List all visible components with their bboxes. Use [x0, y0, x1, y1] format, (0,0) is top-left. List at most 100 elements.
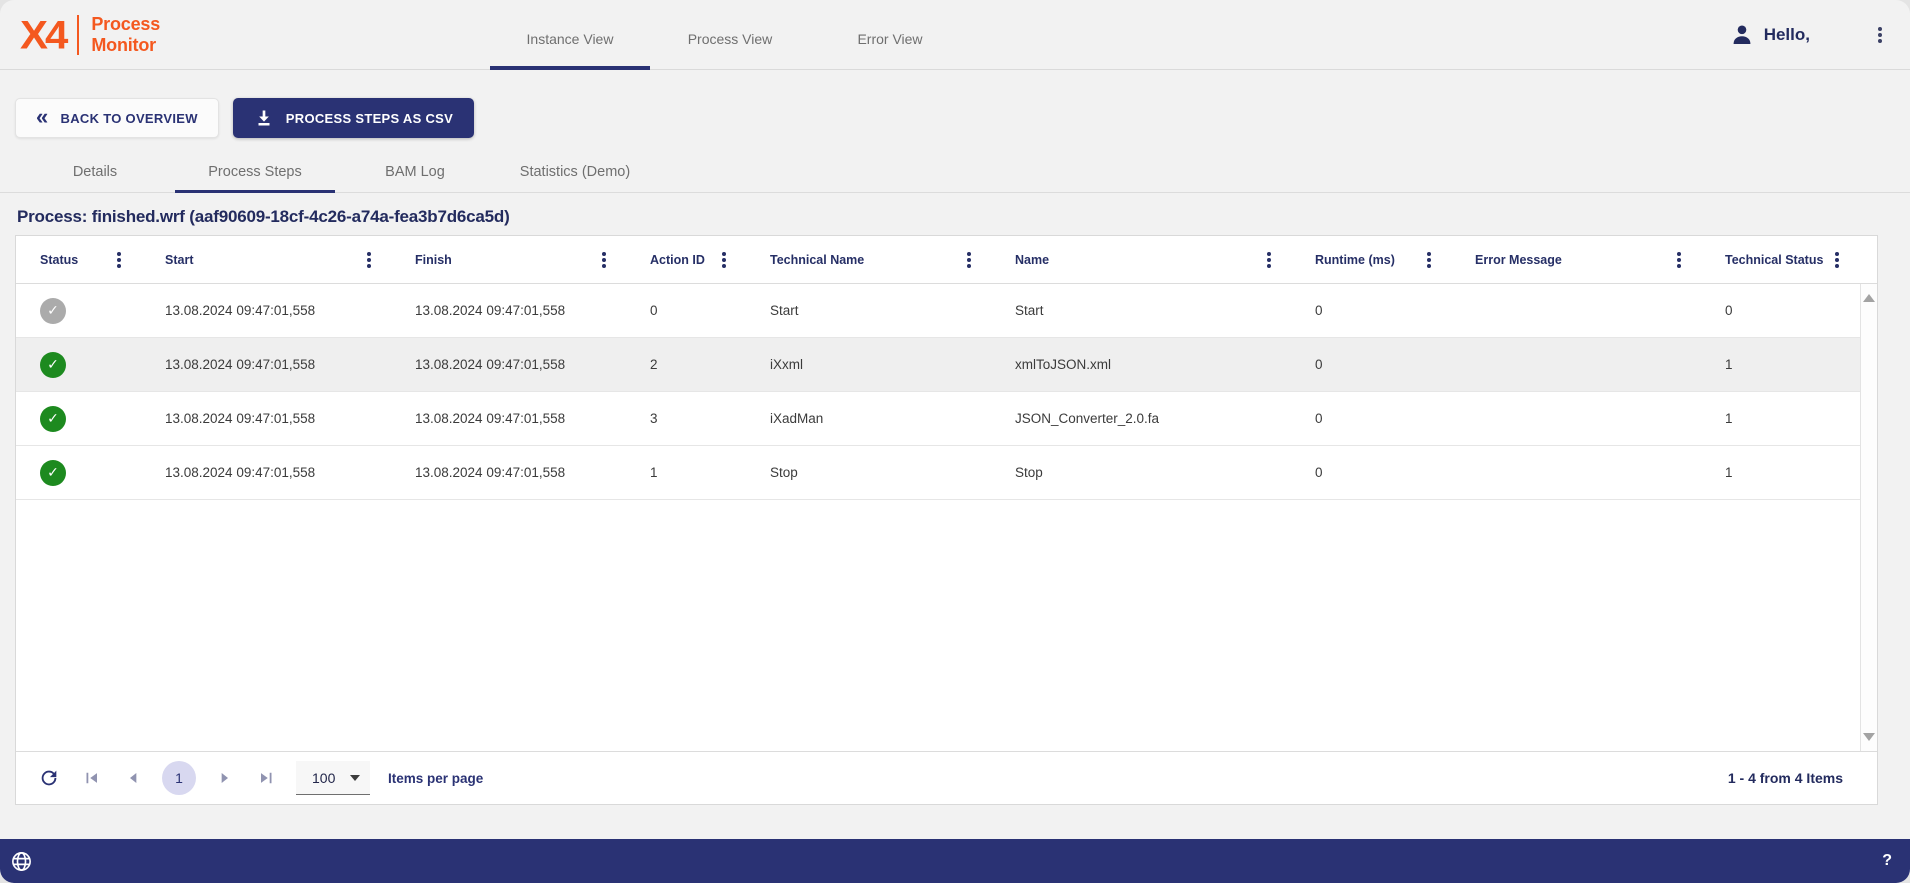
- cell-technical-name: iXxml: [746, 338, 991, 391]
- cell-start: 13.08.2024 09:47:01,558: [141, 392, 391, 445]
- cell-name: Start: [991, 284, 1291, 337]
- status-check-icon: [40, 406, 66, 432]
- greeting-text: Hello,: [1764, 25, 1810, 45]
- cell-action-id: 0: [626, 284, 746, 337]
- previous-page-icon[interactable]: [120, 765, 146, 791]
- cell-start: 13.08.2024 09:47:01,558: [141, 446, 391, 499]
- column-header-finish: Finish: [391, 236, 626, 283]
- column-menu-kebab-icon[interactable]: [1427, 258, 1431, 262]
- process-steps-as-csv-button[interactable]: PROCESS STEPS AS CSV: [233, 98, 474, 138]
- table-row[interactable]: 13.08.2024 09:47:01,558 13.08.2024 09:47…: [16, 284, 1877, 338]
- cell-technical-name: Stop: [746, 446, 991, 499]
- cell-action-id: 1: [626, 446, 746, 499]
- column-header-technical-status: Technical Status: [1701, 236, 1859, 283]
- column-menu-kebab-icon[interactable]: [1835, 258, 1839, 262]
- cell-name: Stop: [991, 446, 1291, 499]
- cell-finish: 13.08.2024 09:47:01,558: [391, 446, 626, 499]
- cell-error-message: [1451, 284, 1701, 337]
- table-empty-space: [16, 500, 1877, 751]
- table-row[interactable]: 13.08.2024 09:47:01,558 13.08.2024 09:47…: [16, 338, 1877, 392]
- table-row[interactable]: 13.08.2024 09:47:01,558 13.08.2024 09:47…: [16, 446, 1877, 500]
- paginator: 1 100 Items per page 1 - 4 from 4 Items: [16, 751, 1877, 804]
- chevron-down-icon: [350, 775, 360, 781]
- cell-runtime: 0: [1291, 392, 1451, 445]
- column-menu-kebab-icon[interactable]: [967, 258, 971, 262]
- detail-tabs: Details Process Steps BAM Log Statistics…: [0, 164, 1910, 193]
- column-menu-kebab-icon[interactable]: [1677, 258, 1681, 262]
- product-name: Process Monitor: [91, 14, 160, 55]
- item-range-label: 1 - 4 from 4 Items: [1728, 770, 1857, 786]
- page-size-select[interactable]: 100: [296, 761, 370, 795]
- cell-name: xmlToJSON.xml: [991, 338, 1291, 391]
- bottom-bar: ?: [0, 839, 1910, 883]
- cell-runtime: 0: [1291, 338, 1451, 391]
- cell-finish: 13.08.2024 09:47:01,558: [391, 284, 626, 337]
- app-window: X4 Process Monitor Instance View Process…: [0, 0, 1910, 883]
- action-toolbar: « BACK TO OVERVIEW PROCESS STEPS AS CSV: [15, 98, 1910, 138]
- column-menu-kebab-icon[interactable]: [722, 258, 726, 262]
- column-menu-kebab-icon[interactable]: [602, 258, 606, 262]
- logo-divider: [77, 15, 79, 55]
- process-title: Process: finished.wrf (aaf90609-18cf-4c2…: [17, 207, 1910, 227]
- tab-details[interactable]: Details: [15, 164, 175, 192]
- column-header-name: Name: [991, 236, 1291, 283]
- status-check-icon: [40, 460, 66, 486]
- tab-statistics-demo[interactable]: Statistics (Demo): [495, 164, 655, 192]
- x4-logo: X4: [20, 15, 65, 55]
- table-header-row: Status Start Finish Action ID Technical …: [16, 236, 1877, 284]
- cell-technical-name: Start: [746, 284, 991, 337]
- table-row[interactable]: 13.08.2024 09:47:01,558 13.08.2024 09:47…: [16, 392, 1877, 446]
- back-to-overview-button[interactable]: « BACK TO OVERVIEW: [15, 98, 219, 138]
- globe-icon[interactable]: [10, 850, 33, 873]
- cell-action-id: 2: [626, 338, 746, 391]
- tab-error-view[interactable]: Error View: [810, 31, 970, 69]
- top-header: X4 Process Monitor Instance View Process…: [0, 0, 1910, 70]
- scroll-down-icon[interactable]: [1863, 733, 1875, 741]
- process-steps-table: Status Start Finish Action ID Technical …: [15, 235, 1878, 805]
- download-icon: [254, 108, 274, 128]
- current-page-button[interactable]: 1: [162, 761, 196, 795]
- cell-runtime: 0: [1291, 284, 1451, 337]
- cell-technical-status: 1: [1701, 446, 1859, 499]
- column-menu-kebab-icon[interactable]: [117, 258, 121, 262]
- tab-bam-log[interactable]: BAM Log: [335, 164, 495, 192]
- column-header-runtime: Runtime (ms): [1291, 236, 1451, 283]
- cell-action-id: 3: [626, 392, 746, 445]
- column-menu-kebab-icon[interactable]: [1267, 258, 1271, 262]
- cell-finish: 13.08.2024 09:47:01,558: [391, 392, 626, 445]
- column-header-status: Status: [16, 236, 141, 283]
- status-check-icon: [40, 298, 66, 324]
- vertical-scrollbar[interactable]: [1860, 284, 1877, 751]
- cell-runtime: 0: [1291, 446, 1451, 499]
- scroll-up-icon[interactable]: [1863, 294, 1875, 302]
- cell-technical-status: 1: [1701, 392, 1859, 445]
- column-header-start: Start: [141, 236, 391, 283]
- column-menu-kebab-icon[interactable]: [367, 258, 371, 262]
- first-page-icon[interactable]: [78, 765, 104, 791]
- cell-technical-name: iXadMan: [746, 392, 991, 445]
- next-page-icon[interactable]: [212, 765, 238, 791]
- help-button[interactable]: ?: [1882, 852, 1892, 870]
- tab-process-view[interactable]: Process View: [650, 31, 810, 69]
- main-view-tabs: Instance View Process View Error View: [490, 0, 970, 69]
- cell-start: 13.08.2024 09:47:01,558: [141, 338, 391, 391]
- refresh-icon[interactable]: [36, 765, 62, 791]
- column-header-error-message: Error Message: [1451, 236, 1701, 283]
- cell-technical-status: 1: [1701, 338, 1859, 391]
- cell-technical-status: 0: [1701, 284, 1859, 337]
- cell-start: 13.08.2024 09:47:01,558: [141, 284, 391, 337]
- cell-error-message: [1451, 338, 1701, 391]
- user-area: Hello,: [1730, 23, 1910, 47]
- header-menu-kebab-icon[interactable]: [1878, 33, 1882, 37]
- column-header-action-id: Action ID: [626, 236, 746, 283]
- cell-error-message: [1451, 446, 1701, 499]
- cell-error-message: [1451, 392, 1701, 445]
- person-icon: [1730, 23, 1754, 47]
- app-logo: X4 Process Monitor: [0, 14, 160, 56]
- cell-name: JSON_Converter_2.0.fa: [991, 392, 1291, 445]
- last-page-icon[interactable]: [254, 765, 280, 791]
- tab-instance-view[interactable]: Instance View: [490, 31, 650, 69]
- items-per-page-label: Items per page: [388, 771, 483, 786]
- tab-process-steps[interactable]: Process Steps: [175, 164, 335, 192]
- cell-finish: 13.08.2024 09:47:01,558: [391, 338, 626, 391]
